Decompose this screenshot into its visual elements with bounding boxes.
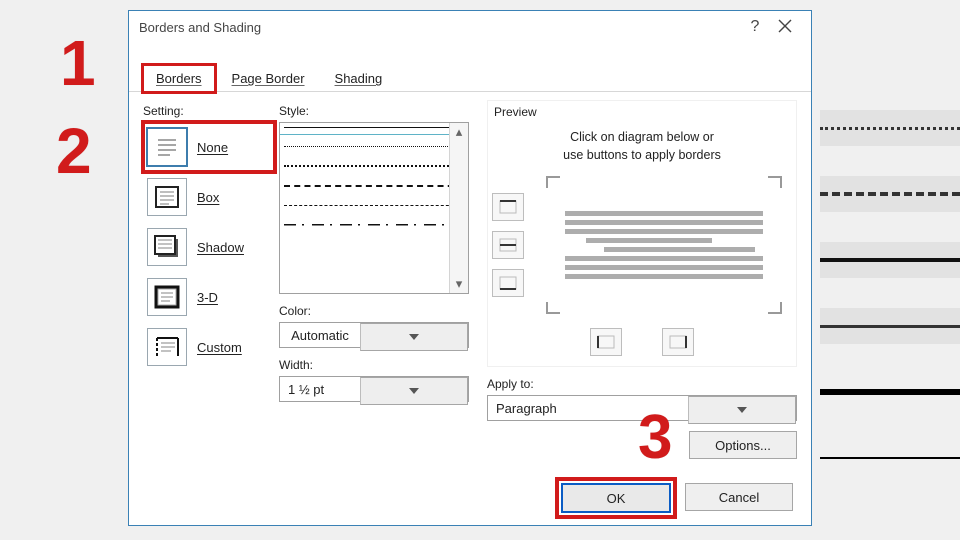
scroll-down-icon[interactable]: ▾ (450, 275, 468, 293)
setting-option-label: Box (197, 190, 219, 205)
preview-corner-tr (768, 176, 782, 188)
preview-para-line (565, 274, 764, 279)
preview-para-line (565, 265, 764, 270)
setting-option-label: Shadow (197, 240, 244, 255)
preview-side-buttons (492, 174, 526, 316)
preview-para-line (565, 220, 764, 225)
preview-para-line (565, 229, 764, 234)
doc-sample-thick (820, 374, 960, 410)
doc-sample-dotted (820, 110, 960, 146)
setting-option-label: 3-D (197, 290, 218, 305)
width-value: 1 ½ pt (280, 377, 360, 401)
preview-corner-tl (546, 176, 560, 188)
setting-option-none[interactable]: None (143, 122, 275, 172)
setting-option-label: Custom (197, 340, 242, 355)
preview-para-line (565, 256, 764, 261)
tab-strip: Borders Page Border Shading (129, 43, 811, 92)
style-option-dash-dot[interactable] (284, 224, 464, 226)
setting-option-box[interactable]: Box (143, 172, 275, 222)
tab-label: Shading (335, 71, 383, 86)
preview-corner-bl (546, 302, 560, 314)
doc-sample-thin (820, 440, 960, 476)
doc-sample-dashed (820, 176, 960, 212)
chevron-down-icon (409, 334, 419, 340)
setting-box-icon (147, 178, 187, 216)
dialog-title: Borders and Shading (139, 20, 741, 35)
preview-para-line (586, 238, 711, 243)
ok-button-label: OK (607, 491, 626, 506)
tab-label: Page Border (232, 71, 305, 86)
close-button[interactable] (769, 19, 801, 36)
setting-option-shadow[interactable]: Shadow (143, 222, 275, 272)
setting-3d-icon (147, 278, 187, 316)
borders-and-shading-dialog: Borders and Shading ? Borders Page Borde… (128, 10, 812, 526)
apply-to-label: Apply to: (487, 377, 797, 391)
style-listbox[interactable]: ▴ ▾ (279, 122, 469, 294)
preview-border-left-button[interactable] (590, 328, 622, 356)
preview-para-line (565, 211, 764, 216)
style-option-solid[interactable] (284, 127, 464, 128)
doc-sample-strips (820, 110, 960, 506)
style-option-dotted[interactable] (284, 165, 464, 167)
preview-para-line (604, 247, 755, 252)
tab-label: Borders (156, 71, 202, 86)
annotation-3: 3 (638, 402, 672, 473)
apply-to-dropdown-button[interactable] (688, 396, 796, 424)
preview-border-top-button[interactable] (492, 193, 524, 221)
ok-button[interactable]: OK (561, 483, 671, 513)
annotation-2: 2 (56, 114, 92, 188)
tab-borders[interactable]: Borders (143, 65, 215, 92)
options-button-label: Options... (715, 438, 771, 453)
tab-page-border[interactable]: Page Border (219, 65, 318, 92)
style-option-dashed[interactable] (284, 185, 464, 187)
preview-border-right-button[interactable] (662, 328, 694, 356)
color-value: Automatic (280, 323, 360, 347)
width-label: Width: (279, 358, 469, 372)
doc-sample-solid (820, 242, 960, 278)
setting-none-icon (147, 128, 187, 166)
preview-border-hmiddle-button[interactable] (492, 231, 524, 259)
setting-custom-icon (147, 328, 187, 366)
color-dropdown[interactable]: Automatic (279, 322, 469, 348)
preview-corner-br (768, 302, 782, 314)
style-scrollbar[interactable]: ▴ ▾ (449, 123, 468, 293)
style-option-dashed-fine[interactable] (284, 205, 464, 206)
preview-hint-line1: Click on diagram below or (570, 130, 714, 144)
annotation-1: 1 (60, 26, 96, 100)
preview-border-bottom-button[interactable] (492, 269, 524, 297)
preview-hint: Click on diagram below or use buttons to… (492, 125, 792, 174)
style-label: Style: (279, 104, 469, 118)
chevron-down-icon (409, 388, 419, 394)
preview-hint-line2: use buttons to apply borders (563, 148, 721, 162)
style-option-dotted-fine[interactable] (284, 146, 464, 147)
width-dropdown-button[interactable] (360, 377, 468, 405)
chevron-down-icon (737, 407, 747, 413)
setting-option-custom[interactable]: Custom (143, 322, 275, 372)
style-column: Style: ▴ ▾ Color: Automatic (279, 100, 469, 470)
cancel-button[interactable]: Cancel (685, 483, 793, 511)
border-left-icon (597, 335, 615, 349)
close-icon (778, 19, 792, 33)
cancel-button-label: Cancel (719, 490, 759, 505)
scroll-up-icon[interactable]: ▴ (450, 123, 468, 141)
options-button[interactable]: Options... (689, 431, 797, 459)
color-dropdown-button[interactable] (360, 323, 468, 351)
dialog-titlebar[interactable]: Borders and Shading ? (129, 11, 811, 43)
setting-column: Setting: None (143, 100, 275, 470)
preview-diagram[interactable] (536, 174, 792, 316)
preview-label: Preview (492, 103, 792, 125)
help-button[interactable]: ? (741, 18, 769, 36)
border-right-icon (669, 335, 687, 349)
doc-sample-dashdot (820, 308, 960, 344)
setting-option-3d[interactable]: 3-D (143, 272, 275, 322)
color-label: Color: (279, 304, 469, 318)
tab-shading[interactable]: Shading (322, 65, 396, 92)
setting-option-label: None (197, 140, 228, 155)
setting-shadow-icon (147, 228, 187, 266)
setting-label: Setting: (143, 104, 275, 118)
width-dropdown[interactable]: 1 ½ pt (279, 376, 469, 402)
border-hmiddle-icon (499, 238, 517, 252)
border-top-icon (499, 200, 517, 214)
border-bottom-icon (499, 276, 517, 290)
